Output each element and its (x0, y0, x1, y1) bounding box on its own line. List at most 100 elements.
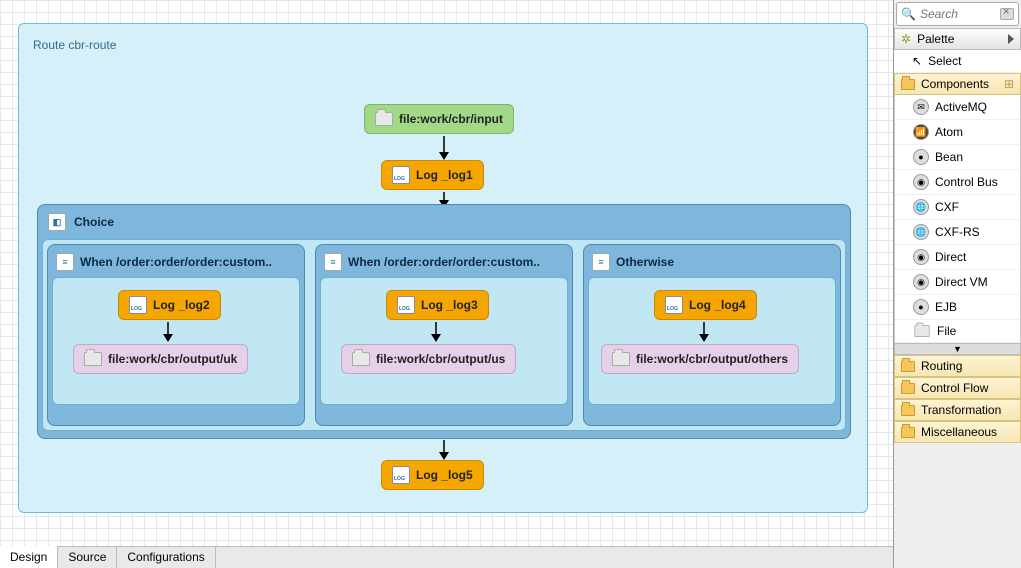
component-label: CXF-RS (935, 225, 980, 239)
folder-icon (375, 112, 393, 126)
node-label: Log _log2 (153, 298, 210, 312)
branch-body: Log _log4 file:work/cbr/output/others (588, 277, 836, 405)
components-list: ✉ActiveMQ 📶Atom ●Bean ◉Control Bus 🌐CXF … (894, 95, 1021, 343)
globe-icon: 🌐 (913, 199, 929, 215)
component-direct-vm[interactable]: ◉Direct VM (895, 270, 1020, 295)
branch-header-label: Otherwise (616, 255, 674, 269)
component-label: Atom (935, 125, 963, 139)
log-icon (392, 166, 410, 184)
when-branch[interactable]: ≡ When /order:order/order:custom.. Log _… (47, 244, 305, 426)
node-log3[interactable]: Log _log3 (386, 290, 489, 320)
branch-header-label: When /order:order/order:custom.. (348, 255, 540, 269)
component-activemq[interactable]: ✉ ActiveMQ (895, 95, 1020, 120)
branch-header: ≡ When /order:order/order:custom.. (52, 249, 300, 277)
palette-title-row[interactable]: ✲ Palette (894, 28, 1021, 50)
globe-icon: 🌐 (913, 224, 929, 240)
component-icon: ◉ (913, 274, 929, 290)
group-label: Routing (921, 359, 962, 373)
search-icon: 🔍 (901, 7, 916, 21)
scroll-indicator[interactable]: ▼ (894, 343, 1021, 355)
node-log1[interactable]: Log _log1 (381, 160, 484, 190)
node-label: Log _log4 (689, 298, 746, 312)
cursor-icon: ↖ (912, 54, 922, 68)
group-miscellaneous[interactable]: Miscellaneous (894, 421, 1021, 443)
node-file-input[interactable]: file:work/cbr/input (364, 104, 514, 134)
clear-search-icon[interactable] (1000, 8, 1014, 20)
node-label: Log _log3 (421, 298, 478, 312)
connector-arrow (439, 136, 449, 163)
connector-arrow (431, 322, 441, 345)
node-label: Log _log5 (416, 468, 473, 482)
palette-panel: 🔍 ✲ Palette ↖ Select Components ⊞ ✉ Activ… (893, 0, 1021, 568)
folder-icon (352, 352, 370, 366)
tab-configurations[interactable]: Configurations (117, 547, 215, 568)
group-control-flow[interactable]: Control Flow (894, 377, 1021, 399)
component-icon: ◉ (913, 249, 929, 265)
component-control-bus[interactable]: ◉ Control Bus (895, 170, 1020, 195)
node-file-output-uk[interactable]: file:work/cbr/output/uk (73, 344, 248, 374)
tab-design[interactable]: Design (0, 546, 58, 568)
tab-source[interactable]: Source (58, 547, 117, 568)
folder-icon (612, 352, 630, 366)
palette-search[interactable]: 🔍 (896, 2, 1019, 26)
component-label: Control Bus (935, 175, 998, 189)
component-file[interactable]: File (895, 320, 1020, 343)
component-cxf[interactable]: 🌐CXF (895, 195, 1020, 220)
group-routing[interactable]: Routing (894, 355, 1021, 377)
when-icon: ≡ (324, 253, 342, 271)
choice-container[interactable]: ◧ Choice ≡ When /order:order/order:custo… (37, 204, 851, 439)
folder-icon (914, 325, 929, 337)
component-icon: ✉ (913, 99, 929, 115)
node-label: file:work/cbr/output/us (376, 352, 505, 366)
choice-body: ≡ When /order:order/order:custom.. Log _… (42, 239, 846, 431)
route-container[interactable]: Route cbr-route file:work/cbr/input Log … (18, 23, 868, 513)
design-canvas[interactable]: Route cbr-route file:work/cbr/input Log … (0, 0, 893, 546)
node-label: file:work/cbr/output/others (636, 352, 788, 366)
node-log2[interactable]: Log _log2 (118, 290, 221, 320)
component-cxf-rs[interactable]: 🌐 CXF-RS (895, 220, 1020, 245)
when-icon: ≡ (56, 253, 74, 271)
choice-header: ◧ Choice (42, 209, 846, 239)
log-icon (392, 466, 410, 484)
when-branch[interactable]: ≡ When /order:order/order:custom.. Log _… (315, 244, 573, 426)
group-label: Miscellaneous (921, 425, 997, 439)
group-label: Control Flow (921, 381, 988, 395)
choice-label: Choice (74, 215, 114, 229)
select-label: Select (928, 54, 961, 68)
otherwise-branch[interactable]: ≡ Otherwise Log _log4 (583, 244, 841, 426)
component-atom[interactable]: 📶 Atom (895, 120, 1020, 145)
node-label: file:work/cbr/input (399, 112, 503, 126)
component-icon: ◉ (913, 174, 929, 190)
component-label: Bean (935, 150, 963, 164)
rss-icon: 📶 (913, 124, 929, 140)
branch-body: Log _log2 file:work/cbr/output/uk (52, 277, 300, 405)
group-label: Components (921, 77, 989, 91)
component-bean[interactable]: ●Bean (895, 145, 1020, 170)
node-label: Log _log1 (416, 168, 473, 182)
group-components[interactable]: Components ⊞ (894, 73, 1021, 95)
component-icon: ● (913, 299, 929, 315)
chevron-right-icon (1008, 34, 1014, 44)
component-label: File (937, 324, 956, 338)
group-transformation[interactable]: Transformation (894, 399, 1021, 421)
connector-arrow (163, 322, 173, 345)
folder-icon (901, 79, 915, 90)
component-label: Direct (935, 250, 966, 264)
component-direct[interactable]: ◉ Direct (895, 245, 1020, 270)
log-icon (665, 296, 683, 314)
search-input[interactable] (920, 7, 996, 21)
component-ejb[interactable]: ●EJB (895, 295, 1020, 320)
palette-select-tool[interactable]: ↖ Select (894, 50, 1021, 73)
node-log4[interactable]: Log _log4 (654, 290, 757, 320)
node-file-output-others[interactable]: file:work/cbr/output/others (601, 344, 799, 374)
folder-icon (901, 405, 915, 416)
log-icon (129, 296, 147, 314)
node-log5[interactable]: Log _log5 (381, 460, 484, 490)
node-file-output-us[interactable]: file:work/cbr/output/us (341, 344, 516, 374)
folder-icon (901, 383, 915, 394)
node-label: file:work/cbr/output/uk (108, 352, 237, 366)
otherwise-icon: ≡ (592, 253, 610, 271)
choice-icon: ◧ (48, 213, 66, 231)
component-label: ActiveMQ (935, 100, 987, 114)
connector-arrow (699, 322, 709, 345)
